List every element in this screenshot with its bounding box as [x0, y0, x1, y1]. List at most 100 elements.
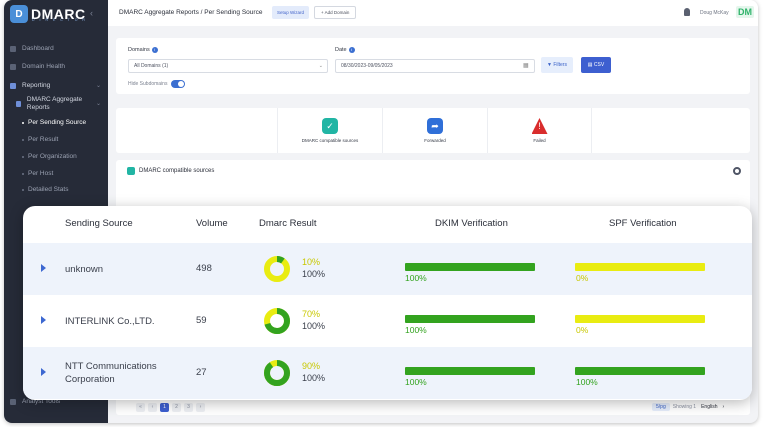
chevron-down-icon[interactable]: ⌄	[96, 82, 101, 89]
col-header-source[interactable]: Sending Source	[65, 218, 133, 229]
page-button[interactable]: 3	[184, 403, 193, 412]
dmarc-total-percent: 100%	[302, 269, 326, 279]
domains-select[interactable]: All Domains (1) ⌄	[128, 59, 328, 73]
dkim-percent: 100%	[405, 377, 427, 387]
dkim-percent: 100%	[405, 325, 427, 335]
user-name[interactable]: Doug McKay	[700, 10, 729, 16]
sidebar-item-label: Dashboard	[22, 45, 54, 52]
language-select[interactable]: English	[701, 404, 717, 410]
page-button[interactable]: 2	[172, 403, 181, 412]
expand-arrow-icon[interactable]	[41, 316, 46, 324]
table-footer: 5/pg Showing 1 English ›	[652, 403, 724, 411]
chevron-right-icon[interactable]: ›	[723, 404, 725, 410]
csv-button[interactable]: ▤ CSV	[581, 57, 611, 73]
table-row[interactable]: INTERLINK Co.,LTD. 59 70% 100% 100% 0%	[23, 295, 752, 347]
table-row[interactable]: NTT Communications Corporation 27 90% 100…	[23, 347, 752, 399]
page-next-button[interactable]: ›	[196, 403, 205, 412]
add-domain-button[interactable]: + Add Domain	[314, 6, 357, 19]
table-row[interactable]: unknown 498 10% 100% 100% 0%	[23, 243, 752, 295]
rows-per-page-select[interactable]: 5/pg	[652, 403, 670, 411]
filters-button[interactable]: ▼ Filters	[541, 57, 573, 73]
sidebar-item-per-organization[interactable]: Per Organization	[22, 153, 77, 160]
donut-pass-segment	[264, 360, 290, 386]
calendar-icon[interactable]: ▦	[523, 60, 530, 72]
sidebar-item-aggregate-reports[interactable]: DMARC Aggregate Reports	[16, 96, 92, 112]
bullet-icon	[22, 155, 24, 158]
source-name: INTERLINK Co.,LTD.	[65, 316, 155, 327]
bullet-icon	[22, 138, 24, 141]
info-icon[interactable]: i	[348, 47, 355, 53]
source-name: NTT Communications Corporation	[65, 361, 157, 385]
page-button[interactable]: 1	[160, 403, 169, 412]
sidebar-item-per-host[interactable]: Per Host	[22, 170, 53, 177]
info-icon[interactable]: i	[151, 47, 158, 53]
dashboard-icon	[10, 45, 16, 52]
dmarc-total-percent: 100%	[302, 321, 326, 331]
sidebar-item-label: DMARC Aggregate Reports	[26, 96, 83, 111]
sidebar-item-label: Per Sending Source	[28, 119, 87, 126]
sidebar-item-dashboard[interactable]: Dashboard	[10, 45, 54, 52]
hide-subdomains-row: Hide Subdomains	[128, 80, 186, 88]
expand-arrow-icon[interactable]	[41, 264, 46, 272]
page-prev-button[interactable]: «	[136, 403, 145, 412]
forward-arrow-icon: ➦	[427, 118, 443, 134]
sidebar-item-per-result[interactable]: Per Result	[22, 136, 58, 143]
shield-check-icon	[127, 167, 135, 175]
pagination: « ‹ 1 2 3 ›	[136, 403, 208, 412]
date-label-text: Date	[335, 47, 347, 53]
volume-value: 498	[196, 263, 212, 274]
chevron-down-icon[interactable]: ⌄	[96, 100, 101, 107]
sources-title-text: DMARC compatible sources	[139, 168, 215, 174]
spf-bar-fill	[575, 315, 705, 323]
page-prev-one-button[interactable]: ‹	[148, 403, 157, 412]
date-range-input[interactable]: 08/30/2023-09/05/2023 ▦	[335, 59, 535, 73]
filter-card: Domains i All Domains (1) ⌄ Date i 08/30…	[116, 38, 750, 94]
avatar[interactable]: DM	[736, 6, 754, 18]
spf-percent: 100%	[576, 377, 598, 387]
top-bar: DMARC Aggregate Reports / Per Sending So…	[108, 0, 758, 26]
sidebar-item-detailed-stats[interactable]: Detailed Stats	[22, 186, 68, 193]
summary-label: DMARC compatible sources	[301, 138, 359, 143]
spf-percent: 0%	[576, 273, 589, 283]
sidebar-item-label: Per Result	[28, 136, 59, 143]
col-header-spf[interactable]: SPF Verification	[609, 218, 677, 229]
col-header-volume[interactable]: Volume	[196, 218, 228, 229]
filter-icon: ▼	[547, 62, 552, 68]
dmarc-donut-chart	[264, 308, 290, 334]
source-name: unknown	[65, 264, 104, 275]
hide-subdomains-label: Hide Subdomains	[128, 81, 168, 87]
bullet-icon	[22, 172, 24, 175]
warning-icon: !	[531, 118, 548, 134]
spf-bar-fill	[575, 263, 705, 271]
hide-subdomains-toggle[interactable]	[171, 80, 186, 88]
dmarc-pass-percent: 10%	[302, 257, 321, 267]
sources-title: DMARC compatible sources	[127, 167, 214, 175]
summary-compatible[interactable]: ✓ DMARC compatible sources	[277, 108, 382, 153]
sidebar-item-reporting[interactable]: Reporting	[10, 82, 50, 89]
breadcrumb: DMARC Aggregate Reports / Per Sending So…	[119, 9, 263, 16]
shield-check-icon: ✓	[322, 118, 338, 134]
dmarc-pass-percent: 70%	[302, 309, 321, 319]
gear-icon[interactable]	[733, 167, 741, 175]
sidebar-item-label: Reporting	[22, 82, 51, 89]
expand-arrow-icon[interactable]	[41, 368, 46, 376]
summary-failed[interactable]: ! Failed	[487, 108, 592, 153]
sidebar-item-label: Per Organization	[28, 153, 77, 160]
chevron-down-icon: ⌄	[318, 63, 323, 69]
bell-icon[interactable]	[684, 8, 690, 16]
dkim-bar	[405, 263, 535, 271]
summary-card: ✓ DMARC compatible sources ➦ Forwarded !…	[116, 108, 750, 153]
summary-forwarded[interactable]: ➦ Forwarded	[382, 108, 487, 153]
chevron-left-icon[interactable]: ‹	[90, 8, 93, 18]
domains-select-value: All Domains (1)	[134, 63, 169, 69]
sources-table-zoom: Sending Source Volume Dmarc Result DKIM …	[23, 206, 752, 400]
report-icon	[10, 82, 16, 89]
sidebar-item-domain-health[interactable]: Domain Health	[10, 63, 65, 70]
domains-label-text: Domains	[128, 47, 150, 53]
setup-wizard-button[interactable]: Setup Wizard	[272, 6, 310, 19]
spf-percent: 0%	[576, 325, 589, 335]
dmarc-donut-chart	[264, 256, 290, 282]
col-header-dkim[interactable]: DKIM Verification	[435, 218, 508, 229]
col-header-dmarc[interactable]: Dmarc Result	[259, 218, 317, 229]
sidebar-item-per-sending-source[interactable]: Per Sending Source	[22, 119, 86, 126]
